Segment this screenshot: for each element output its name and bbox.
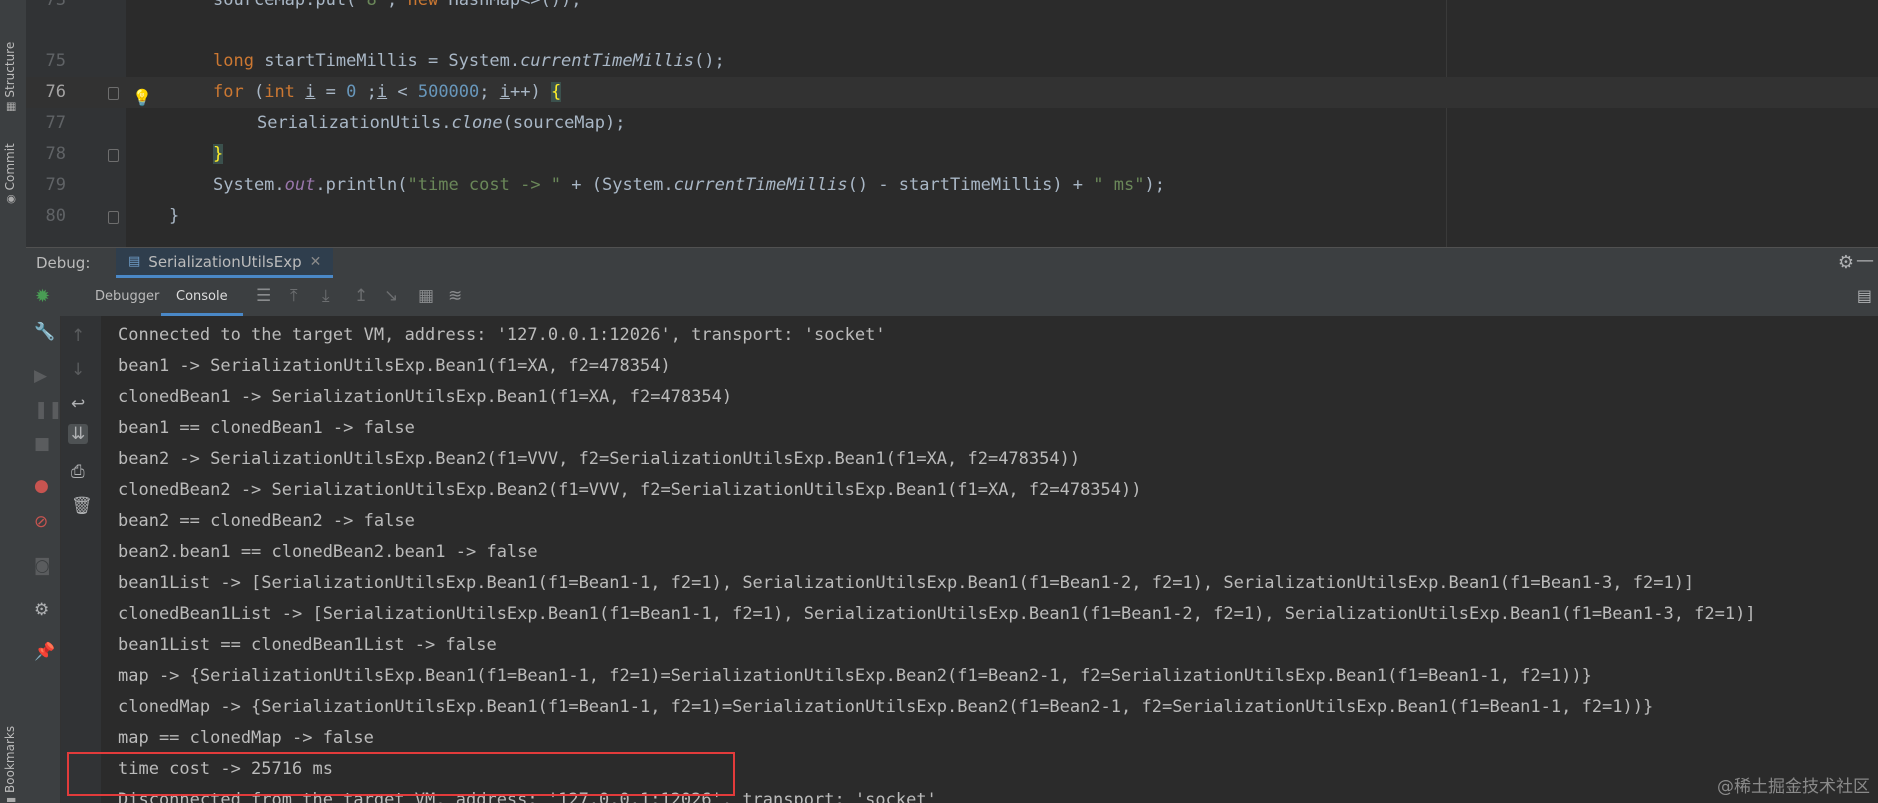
pin-icon[interactable]: 📌 [34,642,55,662]
code-line-77: 77 SerializationUtils.clone(sourceMap); [26,108,1878,139]
commit-tab-label: Commit [3,143,17,191]
debug-sub-toolbar: ✹ Debugger Console ☰ ⤒ ⤓ ↥ ↘ ▦ ≋ ▤ [26,278,1878,317]
close-icon[interactable]: ✕ [310,254,322,270]
console-line: Disconnected from the target VM, address… [118,790,937,803]
code-text: } [169,206,180,226]
tab-console[interactable]: Console [161,278,243,316]
down-arrow-icon[interactable]: ↓ [71,360,85,380]
console-line: clonedBean2 -> SerializationUtilsExp.Bea… [118,480,1142,500]
line-number: 77 [45,113,66,133]
code-text: System.out.println("time cost -> " + (Sy… [213,175,1165,195]
bookmarks-tab-label: Bookmarks [3,725,17,793]
console-line: map == clonedMap -> false [118,728,374,748]
layout-menu-icon[interactable]: ☰ [256,286,271,306]
debug-actions-bar: 🔧 ▶ ❚❚ ■ ● ⊘ ◙ ⚙ 📌 [26,316,63,803]
print-icon[interactable]: ⎙ [71,462,85,482]
debug-tool-window-header: Debug: ▤ SerializationUtilsExp ✕ ⚙ — [26,247,1878,279]
fold-marker[interactable] [108,211,119,224]
show-execution-point-icon[interactable]: ⤒ [290,286,298,306]
line-number: 78 [45,144,66,164]
resume-icon[interactable]: ▶ [34,366,47,386]
console-line: bean1List == clonedBean1List -> false [118,635,497,655]
fold-marker[interactable] [108,87,119,100]
mute-breakpoints-icon[interactable]: ⊘ [34,512,48,532]
code-line-76: 76 💡 for (int i = 0 ;i < 500000; i++) { [26,77,1878,108]
settings-wrench-icon[interactable]: 🔧 [34,322,55,342]
scroll-to-end-icon[interactable]: ⇊ [68,424,89,444]
debug-bug-icon: ✹ [35,286,51,307]
debug-label: Debug: [36,254,91,272]
time-cost-line: time cost -> 25716 ms [118,759,333,779]
code-text: for (int i = 0 ;i < 500000; i++) { [213,82,562,102]
console-line: map -> {SerializationUtilsExp.Bean1(f1=B… [118,666,1592,686]
evaluate-expression-icon[interactable]: ▦ [418,286,434,306]
stop-icon[interactable]: ■ [34,434,50,454]
up-arrow-icon[interactable]: ↑ [71,326,85,346]
view-breakpoints-icon[interactable]: ● [34,476,49,496]
line-number: 75 [45,51,66,71]
watermark: @稀土掘金技术社区 [1717,777,1870,797]
settings-gear-icon[interactable]: ⚙ [34,600,49,620]
step-into-icon[interactable]: ↥ [354,286,368,306]
trace-icon[interactable]: ≋ [448,286,462,306]
step-over-icon[interactable]: ⤓ [322,286,330,306]
code-line-partial: 73 sourceMap.put("8", new HashMap<>()); [26,0,1878,16]
console-line: bean1 == clonedBean1 -> false [118,418,415,438]
run-config-tab[interactable]: ▤ SerializationUtilsExp ✕ [116,248,334,278]
code-line-79: 79 System.out.println("time cost -> " + … [26,170,1878,201]
pause-icon[interactable]: ❚❚ [34,400,63,420]
code-text: sourceMap.put("8", new HashMap<>()); [213,0,582,10]
console-line: clonedBean1 -> SerializationUtilsExp.Bea… [118,387,733,407]
commit-tool-tab[interactable]: ◉ Commit [3,143,17,204]
code-editor[interactable]: 73 sourceMap.put("8", new HashMap<>()); … [26,0,1878,247]
line-number: 76 [45,82,66,102]
step-out-icon[interactable]: ↘ [384,286,398,306]
code-line-80: 80 } [26,201,1878,232]
minimize-icon[interactable]: — [1856,250,1874,271]
console-line: bean1List -> [SerializationUtilsExp.Bean… [118,573,1695,593]
code-text: } [213,144,224,164]
left-tool-stripe: ▦ Structure ◉ Commit ▮ Bookmarks [0,0,27,803]
line-number: 80 [45,206,66,226]
code-text: long startTimeMillis = System.currentTim… [213,51,725,71]
console-line: clonedBean1List -> [SerializationUtilsEx… [118,604,1756,624]
console-line: bean2.bean1 == clonedBean2.bean1 -> fals… [118,542,538,562]
structure-tab-label: Structure [3,41,17,98]
console-output[interactable]: Connected to the target VM, address: '12… [101,316,1878,803]
console-line: bean1 -> SerializationUtilsExp.Bean1(f1=… [118,356,671,376]
fold-marker[interactable] [108,149,119,162]
run-config-icon: ▤ [128,254,141,269]
console-line: clonedMap -> {SerializationUtilsExp.Bean… [118,697,1654,717]
commit-icon: ◉ [3,194,17,204]
camera-icon[interactable]: ◙ [34,556,51,576]
bookmark-icon: ▮ [3,796,17,803]
structure-tool-tab[interactable]: ▦ Structure [3,42,17,112]
structure-icon: ▦ [3,101,17,112]
soft-wrap-icon[interactable]: ↩ [71,394,85,414]
gear-icon[interactable]: ⚙ [1838,252,1854,273]
code-line-75: 75 long startTimeMillis = System.current… [26,46,1878,77]
code-text: SerializationUtils.clone(sourceMap); [257,113,626,133]
clear-all-icon[interactable]: 🗑 [71,496,93,516]
bookmarks-tool-tab[interactable]: ▮ Bookmarks [3,726,17,803]
console-line: Connected to the target VM, address: '12… [118,325,886,345]
console-line: bean2 -> SerializationUtilsExp.Bean2(f1=… [118,449,1081,469]
line-number: 79 [45,175,66,195]
console-line: bean2 == clonedBean2 -> false [118,511,415,531]
line-number: 73 [45,0,66,10]
panel-options-icon[interactable]: ▤ [1857,286,1872,305]
code-line-78: 78 } [26,139,1878,170]
console-actions-bar: ↑ ↓ ↩ ⇊ ⎙ 🗑 [61,316,101,803]
run-config-tab-label: SerializationUtilsExp [148,252,302,271]
